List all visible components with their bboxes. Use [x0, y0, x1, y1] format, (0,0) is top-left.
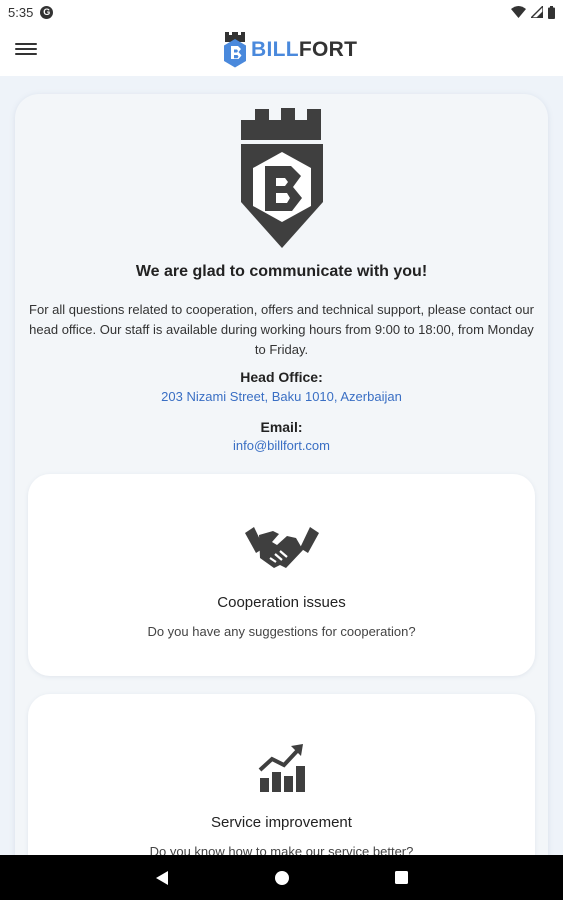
- status-icons: [511, 5, 555, 19]
- wifi-icon: [511, 6, 526, 18]
- card-title: Cooperation issues: [217, 594, 346, 611]
- notification-app-icon: G: [40, 5, 54, 19]
- handshake-icon: [244, 527, 319, 568]
- home-icon: [275, 870, 289, 885]
- app-bar: BILLFORT: [0, 24, 563, 77]
- battery-icon: [548, 5, 555, 19]
- card-subtitle: Do you have any suggestions for cooperat…: [147, 624, 416, 639]
- system-nav-bar: [0, 855, 563, 900]
- recents-button[interactable]: [389, 855, 413, 900]
- contact-description: For all questions related to cooperation…: [29, 302, 534, 357]
- fort-emblem-icon: [241, 108, 323, 248]
- menu-icon[interactable]: [15, 40, 37, 60]
- card-title: Service improvement: [211, 814, 352, 831]
- contact-heading: We are glad to communicate with you!: [135, 263, 428, 280]
- head-office-label: Head Office:: [240, 369, 323, 385]
- head-office-address-link[interactable]: 203 Nizami Street, Baku 1010, Azerbaijan: [15, 389, 548, 404]
- email-link[interactable]: info@billfort.com: [15, 438, 548, 453]
- service-improvement-card[interactable]: Service improvement Do you know how to m…: [28, 694, 535, 855]
- email-label: Email:: [260, 419, 303, 435]
- fort-logo-icon: [224, 32, 246, 68]
- brand-name-fort: FORT: [298, 38, 358, 61]
- recents-icon: [394, 871, 408, 884]
- signal-icon: [531, 6, 543, 18]
- back-icon: [156, 870, 168, 885]
- brand-name-bill: BILL: [251, 38, 299, 61]
- back-button[interactable]: [150, 855, 174, 900]
- home-button[interactable]: [270, 855, 294, 900]
- status-time: 5:35: [8, 4, 34, 20]
- contact-card: We are glad to communicate with you! For…: [15, 94, 548, 855]
- status-bar: 5:35 G: [0, 0, 563, 24]
- growth-chart-icon: [258, 744, 305, 792]
- content-area[interactable]: We are glad to communicate with you! For…: [0, 76, 563, 855]
- cooperation-card[interactable]: Cooperation issues Do you have any sugge…: [28, 474, 535, 676]
- brand-logo[interactable]: BILLFORT: [222, 28, 357, 72]
- card-subtitle: Do you know how to make our service bett…: [149, 844, 414, 855]
